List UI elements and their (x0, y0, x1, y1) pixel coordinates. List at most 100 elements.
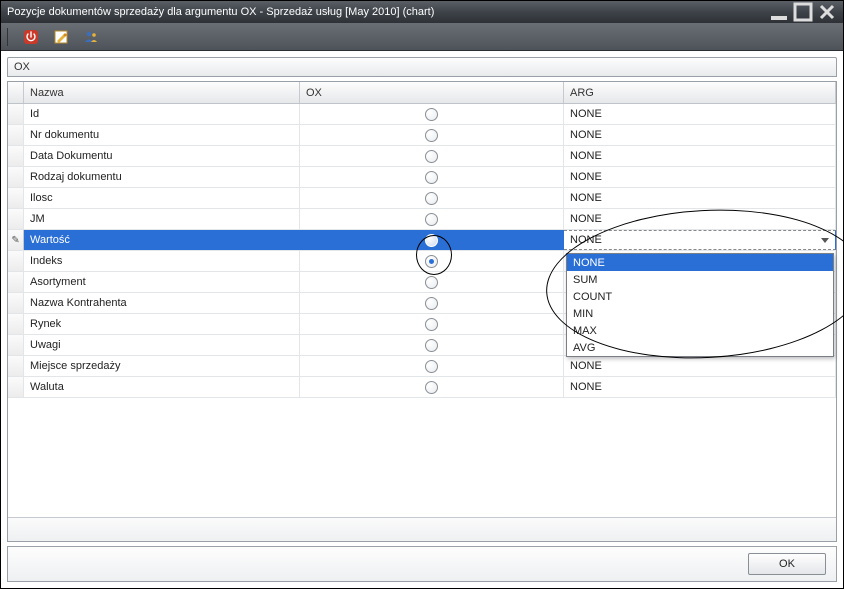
cell-arg[interactable]: NONE (564, 104, 836, 124)
ox-radio[interactable] (425, 108, 438, 121)
ox-radio[interactable] (425, 360, 438, 373)
column-ox[interactable]: OX (300, 82, 564, 103)
ox-radio[interactable] (425, 234, 438, 247)
chevron-down-icon[interactable] (821, 238, 829, 243)
row-indicator (8, 125, 24, 145)
table-row[interactable]: Nr dokumentu NONE (8, 125, 836, 146)
cell-arg[interactable]: NONE (564, 377, 836, 397)
row-indicator (8, 146, 24, 166)
cell-ox[interactable] (300, 230, 564, 250)
cell-nazwa: Rodzaj dokumentu (24, 167, 300, 187)
cell-ox[interactable] (300, 356, 564, 376)
table-row[interactable]: Data Dokumentu NONE (8, 146, 836, 167)
window-title: Pozycje dokumentów sprzedaży dla argumen… (7, 6, 765, 18)
ox-radio[interactable] (425, 192, 438, 205)
cell-arg[interactable]: NONE (564, 188, 836, 208)
close-button[interactable] (817, 5, 837, 19)
ox-radio[interactable] (425, 381, 438, 394)
row-indicator (8, 335, 24, 355)
row-indicator (8, 251, 24, 271)
arg-dropdown[interactable]: NONESUMCOUNTMINMAXAVG (566, 253, 834, 357)
row-indicator (8, 272, 24, 292)
cell-nazwa: JM (24, 209, 300, 229)
cell-arg[interactable]: NONE (564, 356, 836, 376)
dropdown-option[interactable]: MAX (567, 322, 833, 339)
cell-arg[interactable]: NONE (564, 146, 836, 166)
cell-nazwa: Wartość (24, 230, 300, 250)
arg-value: NONE (570, 192, 602, 204)
row-indicator (8, 188, 24, 208)
column-indicator (8, 82, 24, 103)
table-row[interactable]: IloscNONE (8, 188, 836, 209)
row-indicator (8, 104, 24, 124)
cell-arg[interactable]: NONE (564, 230, 836, 250)
arg-value: NONE (570, 129, 602, 141)
tab-ox[interactable]: OX (7, 57, 837, 77)
cell-ox[interactable] (300, 167, 564, 187)
arg-value: NONE (570, 213, 602, 225)
ox-radio[interactable] (425, 318, 438, 331)
ox-radio[interactable] (425, 276, 438, 289)
cell-nazwa: Nr dokumentu (24, 125, 300, 145)
row-indicator (8, 167, 24, 187)
ox-radio[interactable] (425, 213, 438, 226)
table-row[interactable]: ✎ Wartość NONE (8, 230, 836, 251)
dropdown-option[interactable]: AVG (567, 339, 833, 356)
edit-icon: ✎ (11, 235, 19, 246)
app-window: Pozycje dokumentów sprzedaży dla argumen… (0, 0, 844, 589)
ox-radio[interactable] (425, 297, 438, 310)
ox-radio[interactable] (425, 171, 438, 184)
cell-ox[interactable] (300, 314, 564, 334)
tab-label: OX (14, 61, 30, 73)
cell-arg[interactable]: NONE (564, 167, 836, 187)
cell-ox[interactable] (300, 146, 564, 166)
table-row[interactable]: Waluta NONE (8, 377, 836, 398)
grid-header: Nazwa OX ARG (8, 82, 836, 104)
table-row[interactable]: JM NONE (8, 209, 836, 230)
note-icon[interactable] (50, 26, 72, 48)
table-row[interactable]: Id NONE (8, 104, 836, 125)
table-row[interactable]: Rodzaj dokumentu NONE (8, 167, 836, 188)
cell-ox[interactable] (300, 188, 564, 208)
cell-ox[interactable] (300, 377, 564, 397)
cell-arg[interactable]: NONE (564, 125, 836, 145)
ok-button-label: OK (779, 558, 795, 570)
cell-ox[interactable] (300, 335, 564, 355)
arg-value: NONE (570, 108, 602, 120)
cell-ox[interactable] (300, 104, 564, 124)
cell-arg[interactable]: NONE (564, 209, 836, 229)
ok-button[interactable]: OK (748, 553, 826, 575)
ox-radio[interactable] (425, 339, 438, 352)
minimize-button[interactable] (769, 5, 789, 19)
maximize-button[interactable] (793, 5, 813, 19)
cell-ox[interactable] (300, 272, 564, 292)
toolbar-separator (7, 28, 8, 46)
users-icon[interactable] (80, 26, 102, 48)
column-arg[interactable]: ARG (564, 82, 836, 103)
arg-value: NONE (570, 360, 602, 372)
cell-nazwa: Data Dokumentu (24, 146, 300, 166)
dropdown-option[interactable]: COUNT (567, 288, 833, 305)
toolbar (1, 23, 843, 51)
ox-radio[interactable] (425, 129, 438, 142)
dropdown-option[interactable]: MIN (567, 305, 833, 322)
cell-ox[interactable] (300, 293, 564, 313)
cell-ox[interactable] (300, 209, 564, 229)
arg-value: NONE (570, 150, 602, 162)
power-icon[interactable] (20, 26, 42, 48)
ox-radio[interactable] (425, 255, 438, 268)
table-row[interactable]: Miejsce sprzedaży NONE (8, 356, 836, 377)
cell-nazwa: Waluta (24, 377, 300, 397)
grid-footer (8, 517, 836, 541)
cell-nazwa: Id (24, 104, 300, 124)
cell-nazwa: Miejsce sprzedaży (24, 356, 300, 376)
dropdown-option[interactable]: NONE (567, 254, 833, 271)
cell-nazwa: Indeks (24, 251, 300, 271)
cell-ox[interactable] (300, 251, 564, 271)
arg-value: NONE (570, 234, 602, 246)
row-indicator (8, 314, 24, 334)
dropdown-option[interactable]: SUM (567, 271, 833, 288)
cell-ox[interactable] (300, 125, 564, 145)
ox-radio[interactable] (425, 150, 438, 163)
column-nazwa[interactable]: Nazwa (24, 82, 300, 103)
